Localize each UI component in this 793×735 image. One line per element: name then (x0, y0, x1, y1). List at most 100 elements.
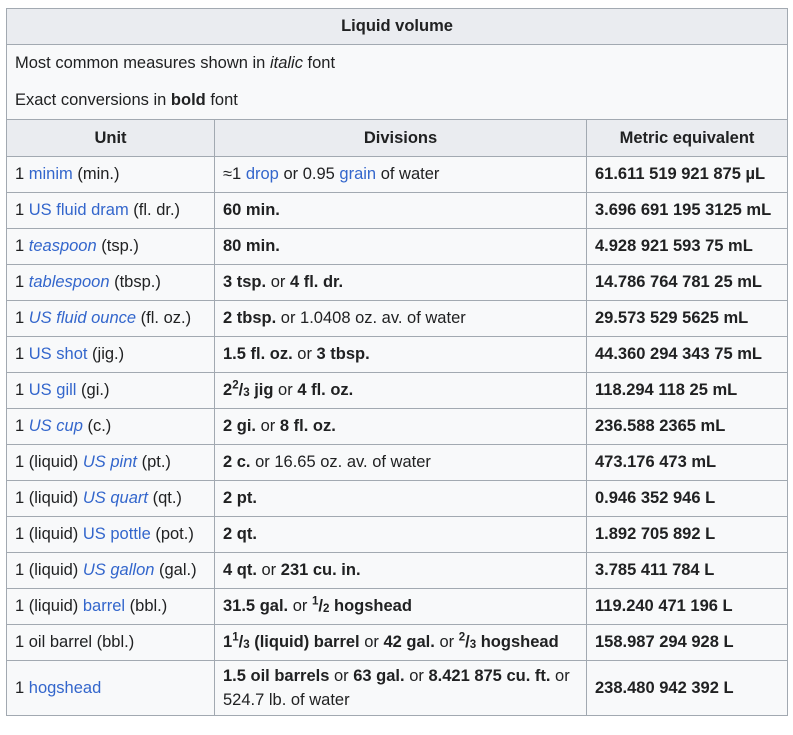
division-exact: 2 gi. (223, 417, 257, 435)
table-row: 1 minim (min.) ≈1 drop or 0.95 grain of w… (6, 156, 789, 193)
division-exact: 2 c. (223, 453, 251, 471)
unit-cell: 1 (liquid) US pint (pt.) (6, 444, 215, 481)
division-exact: hogshead (476, 633, 559, 651)
notes-italic-word: italic (269, 54, 303, 72)
metric-cell: 29.573 529 5625 mL (585, 300, 789, 337)
divisions-cell: ≈1 drop or 0.95 grain of water (214, 156, 587, 193)
unit-text: 1 (15, 679, 29, 697)
metric-cell: 158.987 294 928 L (585, 624, 789, 661)
divisions-cell: 4 qt. or 231 cu. in. (214, 552, 587, 589)
unit-link[interactable]: barrel (83, 597, 125, 615)
division-text: or (266, 273, 290, 291)
unit-link[interactable]: teaspoon (29, 237, 97, 255)
unit-link[interactable]: US pottle (83, 525, 151, 543)
divisions-cell: 3 tsp. or 4 fl. dr. (214, 264, 587, 301)
division-exact: 1.5 fl. oz. (223, 345, 293, 363)
unit-cell: 1 tablespoon (tbsp.) (6, 264, 215, 301)
unit-link[interactable]: US quart (83, 489, 148, 507)
unit-link[interactable]: US pint (83, 453, 137, 471)
unit-cell: 1 (liquid) US gallon (gal.) (6, 552, 215, 589)
division-exact: 8.421 875 cu. ft. (428, 667, 551, 685)
table-row: 1 (liquid) US pint (pt.) 2 c. or 16.65 oz… (6, 444, 789, 481)
division-text: or 16.65 oz. av. of water (250, 453, 431, 471)
table-notes: Most common measures shown in italic fon… (5, 44, 789, 120)
metric-cell: 236.588 2365 mL (585, 408, 789, 445)
notes-text: Most common measures shown in (15, 54, 270, 72)
unit-text: 1 (liquid) (15, 561, 83, 579)
metric-cell: 61.611 519 921 875 µL (585, 156, 789, 193)
division-text: or (288, 597, 312, 615)
divisions-cell: 2 qt. (214, 516, 587, 553)
division-text: or (256, 417, 280, 435)
division-exact: 1 (223, 633, 233, 651)
metric-cell: 238.480 942 392 L (585, 660, 789, 716)
unit-link[interactable]: US cup (29, 417, 83, 435)
division-exact: 60 min. (223, 201, 280, 219)
metric-cell: 3.696 691 195 3125 mL (585, 192, 789, 229)
fraction: 1/3 (232, 632, 249, 651)
unit-text: 1 (liquid) (15, 597, 83, 615)
division-exact: 4 fl. dr. (289, 273, 344, 291)
unit-abbreviation: (c.) (82, 417, 112, 435)
unit-text: 1 oil barrel (bbl.) (15, 633, 135, 651)
unit-link[interactable]: US fluid dram (29, 201, 129, 219)
unit-link[interactable]: minim (29, 165, 73, 183)
division-exact: (liquid) barrel (249, 633, 360, 651)
divisions-cell: 80 min. (214, 228, 587, 265)
unit-link[interactable]: US shot (29, 345, 88, 363)
metric-cell: 473.176 473 mL (585, 444, 789, 481)
division-text: or (434, 633, 459, 651)
unit-text: 1 (15, 309, 29, 327)
table-row: 1 tablespoon (tbsp.) 3 tsp. or 4 fl. dr. 1… (6, 264, 789, 301)
notes-text: Exact conversions in (15, 91, 171, 109)
division-link[interactable]: grain (339, 165, 376, 183)
division-text: or 0.95 (278, 165, 340, 183)
division-exact: 2 tbsp. (223, 309, 277, 327)
unit-abbreviation: (fl. dr.) (128, 201, 181, 219)
metric-cell: 1.892 705 892 L (585, 516, 789, 553)
division-text: or (273, 381, 298, 399)
table-row: 1 oil barrel (bbl.) 11/3 (liquid) barrel … (6, 624, 789, 661)
unit-text: 1 (15, 345, 29, 363)
unit-text: 1 (15, 381, 29, 399)
notes-text: font (302, 54, 336, 72)
unit-cell: 1 hogshead (6, 660, 215, 716)
divisions-cell: 11/3 (liquid) barrel or 42 gal. or 2/3 h… (214, 624, 587, 661)
divisions-cell: 2 c. or 16.65 oz. av. of water (214, 444, 587, 481)
unit-text: 1 (15, 417, 29, 435)
division-exact: 2 qt. (223, 525, 257, 543)
division-exact: 31.5 gal. (223, 597, 289, 615)
unit-link[interactable]: tablespoon (29, 273, 110, 291)
divisions-cell: 31.5 gal. or 1/2 hogshead (214, 588, 587, 625)
division-text: ≈1 (223, 165, 246, 183)
liquid-volume-table: Liquid volume Most common measures shown… (5, 8, 789, 716)
unit-abbreviation: (gi.) (76, 381, 110, 399)
unit-cell: 1 (liquid) US quart (qt.) (6, 480, 215, 517)
unit-cell: 1 oil barrel (bbl.) (6, 624, 215, 661)
unit-link[interactable]: hogshead (29, 679, 102, 697)
metric-cell: 3.785 411 784 L (585, 552, 789, 589)
table-caption: Liquid volume (5, 8, 789, 45)
table-row: 1 (liquid) US quart (qt.) 2 pt. 0.946 352 … (6, 480, 789, 517)
unit-link[interactable]: US gallon (83, 561, 155, 579)
unit-cell: 1 US fluid ounce (fl. oz.) (6, 300, 215, 337)
unit-link[interactable]: US fluid ounce (29, 309, 136, 327)
divisions-cell: 2 pt. (214, 480, 587, 517)
fraction: 2/3 (459, 632, 476, 651)
division-exact: 3 tsp. (223, 273, 267, 291)
unit-abbreviation: (bbl.) (125, 597, 168, 615)
division-text: or (359, 633, 384, 651)
table-row: 1 (liquid) barrel (bbl.) 31.5 gal. or 1/2… (6, 588, 789, 625)
divisions-cell: 2 gi. or 8 fl. oz. (214, 408, 587, 445)
unit-cell: 1 US gill (gi.) (6, 372, 215, 409)
division-exact: 4 fl. oz. (297, 381, 354, 399)
notes-line-bold: Exact conversions in bold font (15, 82, 779, 119)
unit-abbreviation: (gal.) (154, 561, 197, 579)
division-link[interactable]: drop (246, 165, 279, 183)
metric-cell: 4.928 921 593 75 mL (585, 228, 789, 265)
division-text: or (292, 345, 317, 363)
unit-cell: 1 (liquid) US pottle (pot.) (6, 516, 215, 553)
table-row: 1 (liquid) US gallon (gal.) 4 qt. or 231 … (6, 552, 789, 589)
unit-link[interactable]: US gill (29, 381, 77, 399)
unit-text: 1 (15, 273, 29, 291)
